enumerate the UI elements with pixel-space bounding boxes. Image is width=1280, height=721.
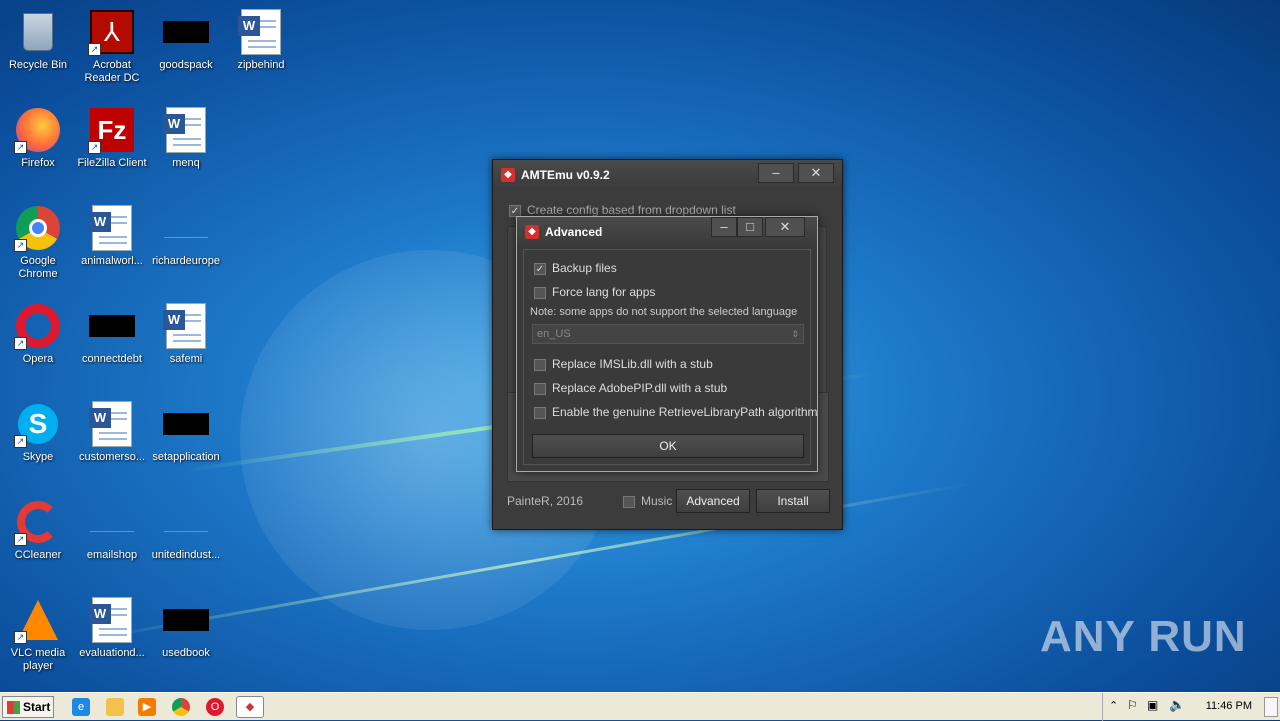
desktop-icon-animalworld[interactable]: W animalworl... (74, 204, 150, 268)
volume-icon[interactable]: 🔈 (1169, 697, 1185, 713)
desktop-icon-emailshop[interactable]: emailshop (74, 498, 150, 562)
blank-file-icon (162, 204, 210, 252)
opera-taskbar-icon[interactable]: O (206, 698, 224, 716)
author-text: PainteR, 2016 (507, 494, 584, 508)
close-button[interactable]: ✕ (798, 163, 834, 183)
taskbar: Start e ▶ O ◆ ⌃ ⚐ ▣ 🔈 11:46 PM (0, 692, 1280, 721)
replace-adobepip-checkbox[interactable]: Replace AdobePIP.dll with a stub (534, 376, 727, 400)
blank-file-icon (162, 400, 210, 448)
shortcut-arrow-icon: ↗ (14, 435, 27, 448)
desktop-icon-firefox[interactable]: ↗ Firefox (0, 106, 76, 170)
advanced-app-icon: ◆ (525, 225, 539, 239)
dialog-title: Advanced (545, 225, 603, 239)
acrobat-icon: ⅄ ↗ (88, 8, 136, 56)
desktop-icon-menq[interactable]: W menq (148, 106, 224, 170)
desktop-icon-recycle-bin[interactable]: Recycle Bin (0, 8, 76, 72)
blank-file-icon (88, 302, 136, 350)
shortcut-arrow-icon: ↗ (14, 337, 27, 350)
install-button[interactable]: Install (756, 489, 830, 513)
blank-file-icon (88, 498, 136, 546)
word-document-icon: W (162, 106, 210, 154)
dialog-minimize-button[interactable]: – (711, 217, 737, 237)
desktop-icon-ccleaner[interactable]: ↗ CCleaner (0, 498, 76, 562)
desktop-icon-skype[interactable]: S ↗ Skype (0, 400, 76, 464)
network-icon[interactable]: ▣ (1147, 698, 1158, 712)
clock[interactable]: 11:46 PM (1206, 700, 1252, 712)
word-document-icon: W (88, 596, 136, 644)
desktop-icon-richardeurope[interactable]: richardeurope (148, 204, 224, 268)
language-note: Note: some apps do not support the selec… (530, 306, 798, 318)
music-checkbox[interactable]: Music (623, 494, 672, 508)
checkbox-empty-icon (534, 382, 546, 395)
dialog-close-button[interactable]: ✕ (765, 217, 805, 237)
desktop-icon-connectdebt[interactable]: connectdebt (74, 302, 150, 366)
advanced-dialog: ◆ Advanced – □ ✕ ✓ Backup files Force lan… (516, 216, 818, 472)
file-explorer-icon[interactable] (106, 698, 124, 716)
checkbox-empty-icon (534, 286, 546, 299)
blank-file-icon (162, 498, 210, 546)
backup-files-checkbox[interactable]: ✓ Backup files (534, 256, 617, 280)
desktop-icon-opera[interactable]: ↗ Opera (0, 302, 76, 366)
windows-logo-icon (7, 701, 20, 714)
filezilla-icon: Fz ↗ (88, 106, 136, 154)
chrome-icon: ↗ (14, 204, 62, 252)
shortcut-arrow-icon: ↗ (14, 533, 27, 546)
shortcut-arrow-icon: ↗ (88, 43, 101, 56)
desktop-icon-google-chrome[interactable]: ↗ Google Chrome (0, 204, 76, 281)
desktop-icon-unitedindust[interactable]: unitedindust... (148, 498, 224, 562)
vlc-cone-icon: ↗ (14, 596, 62, 644)
replace-imslib-checkbox[interactable]: Replace IMSLib.dll with a stub (534, 352, 713, 376)
minimize-button[interactable]: – (758, 163, 794, 183)
desktop-icon-acrobat[interactable]: ⅄ ↗ Acrobat Reader DC (74, 8, 150, 85)
select-arrows-icon: ⇕ (791, 329, 799, 339)
ok-button[interactable]: OK (532, 434, 804, 458)
show-desktop-button[interactable] (1264, 697, 1278, 717)
desktop-icon-usedbook[interactable]: usedbook (148, 596, 224, 660)
word-document-icon: W (88, 204, 136, 252)
enable-retrieve-checkbox[interactable]: Enable the genuine RetrieveLibraryPath a… (534, 400, 818, 424)
desktop-icon-setapplication[interactable]: setapplication (148, 400, 224, 464)
shortcut-arrow-icon: ↗ (14, 141, 27, 154)
dialog-body: ✓ Backup files Force lang for apps Note: … (523, 249, 818, 465)
blank-file-icon (162, 8, 210, 56)
word-document-icon: W (88, 400, 136, 448)
force-lang-checkbox[interactable]: Force lang for apps (534, 280, 655, 304)
recycle-bin-icon (14, 8, 62, 56)
desktop-icon-goodspack[interactable]: goodspack (148, 8, 224, 72)
show-hidden-icons-icon[interactable]: ⌃ (1109, 699, 1118, 712)
window-title: AMTEmu v0.9.2 (521, 168, 610, 182)
word-document-icon: W (162, 302, 210, 350)
start-button[interactable]: Start (2, 696, 54, 718)
desktop-icon-vlc[interactable]: ↗ VLC media player (0, 596, 76, 673)
word-document-icon: W (237, 8, 285, 56)
checkbox-empty-icon (534, 406, 546, 419)
desktop-icon-evaluationd[interactable]: W evaluationd... (74, 596, 150, 660)
firefox-icon: ↗ (14, 106, 62, 154)
opera-icon: ↗ (14, 302, 62, 350)
blank-file-icon (162, 596, 210, 644)
skype-icon: S ↗ (14, 400, 62, 448)
desktop-icon-customerso[interactable]: W customerso... (74, 400, 150, 464)
internet-explorer-icon[interactable]: e (72, 698, 90, 716)
media-player-icon[interactable]: ▶ (138, 698, 156, 716)
desktop-icon-zipbehind[interactable]: W zipbehind (223, 8, 299, 72)
shortcut-arrow-icon: ↗ (88, 141, 101, 154)
advanced-button[interactable]: Advanced (676, 489, 750, 513)
chrome-taskbar-icon[interactable] (172, 698, 190, 716)
system-tray: ⌃ ⚐ ▣ 🔈 11:46 PM (1102, 693, 1280, 721)
dialog-maximize-button[interactable]: □ (737, 217, 763, 237)
desktop-icon-safemi[interactable]: W safemi (148, 302, 224, 366)
ccleaner-icon: ↗ (14, 498, 62, 546)
shortcut-arrow-icon: ↗ (14, 631, 27, 644)
amtemu-app-icon: ◆ (501, 168, 515, 182)
checkbox-checked-icon: ✓ (534, 262, 546, 275)
checkbox-empty-icon (534, 358, 546, 371)
shortcut-arrow-icon: ↗ (14, 239, 27, 252)
amtemu-taskbar-icon[interactable]: ◆ (236, 696, 264, 718)
language-select[interactable]: en_US ⇕ (532, 324, 804, 344)
anyrun-watermark: ANY RUN (1040, 612, 1247, 661)
desktop-icon-filezilla[interactable]: Fz ↗ FileZilla Client (74, 106, 150, 170)
checkbox-empty-icon (623, 495, 635, 508)
action-center-flag-icon[interactable]: ⚐ (1127, 698, 1138, 712)
